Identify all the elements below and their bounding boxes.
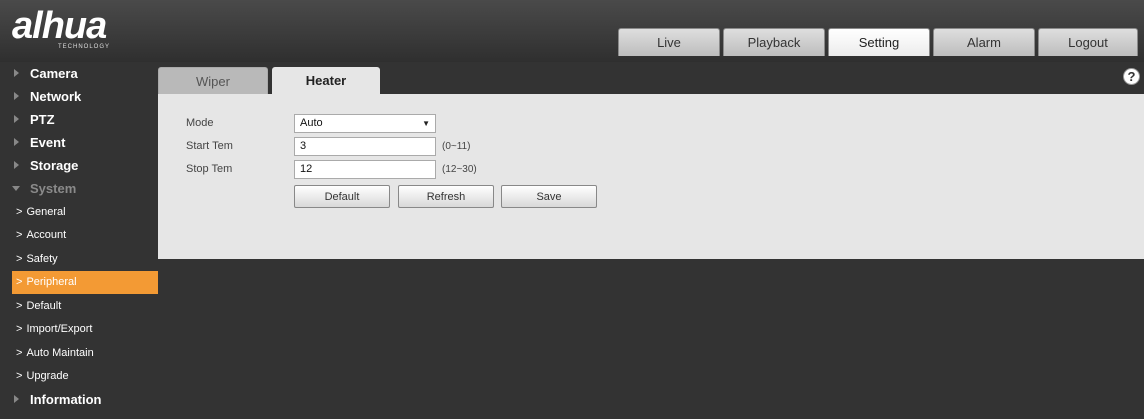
logo-text: alhua [12, 5, 107, 47]
tab-wiper[interactable]: Wiper [158, 67, 268, 94]
default-button[interactable]: Default [294, 185, 390, 208]
collapsed-arrow-icon [14, 69, 19, 77]
mode-label: Mode [186, 117, 214, 129]
sidebar-item-label: Event [30, 135, 66, 150]
sidebar-item-camera[interactable]: Camera [0, 62, 158, 85]
tab-heater[interactable]: Heater [272, 67, 380, 94]
chevron-right-icon: > [16, 252, 23, 265]
sidebar-subitem-label: General [26, 205, 66, 218]
start-temp-range: (0~11) [442, 140, 471, 152]
chevron-right-icon: > [16, 323, 23, 336]
stop-temp-label: Stop Tem [186, 163, 233, 175]
sidebar-subitem-default[interactable]: > Default [0, 294, 158, 318]
nav-alarm[interactable]: Alarm [933, 28, 1035, 56]
sidebar-subitem-label: Auto Maintain [26, 346, 94, 359]
nav-playback[interactable]: Playback [723, 28, 825, 56]
sidebar-item-label: Storage [30, 158, 79, 173]
sidebar-item-storage[interactable]: Storage [0, 154, 158, 177]
sidebar-item-information[interactable]: Information [0, 388, 158, 411]
collapsed-arrow-icon [14, 115, 19, 123]
chevron-right-icon: > [16, 276, 23, 289]
sidebar-item-label: PTZ [30, 112, 55, 127]
expanded-arrow-icon [12, 186, 20, 191]
chevron-right-icon: > [16, 229, 23, 242]
collapsed-arrow-icon [14, 395, 19, 403]
top-navigation: Live Playback Setting Alarm Logout [618, 28, 1138, 56]
collapsed-arrow-icon [14, 138, 19, 146]
sidebar-subitem-label: Default [26, 299, 62, 312]
sidebar-item-network[interactable]: Network [0, 85, 158, 108]
stop-temp-input[interactable]: 12 [294, 159, 436, 179]
sidebar-item-label: Network [30, 89, 82, 104]
start-temp-input[interactable]: 3 [294, 136, 436, 156]
sidebar-subitem-safety[interactable]: > Safety [0, 247, 158, 271]
chevron-right-icon: > [16, 370, 23, 383]
refresh-button[interactable]: Refresh [398, 185, 494, 208]
logo-subtitle: TECHNOLOGY [58, 44, 111, 50]
dahua-logo: alhua TECHNOLOGY [12, 5, 109, 50]
sidebar-item-label: System [30, 181, 77, 196]
sidebar-subitem-label: Peripheral [26, 276, 77, 289]
chevron-right-icon: > [16, 299, 23, 312]
stop-temp-range: (12~30) [442, 163, 477, 175]
start-temp-label: Start Tem [186, 140, 233, 152]
sidebar-item-system[interactable]: System [0, 177, 158, 200]
sidebar-subitem-auto-maintain[interactable]: > Auto Maintain [0, 341, 158, 365]
mode-row: Mode Auto ▼ [186, 113, 436, 133]
sidebar: Camera Network PTZ Event Storage System … [0, 62, 158, 419]
sidebar-subitem-label: Import/Export [26, 323, 93, 336]
stop-temp-row: Stop Tem 12 (12~30) [186, 159, 477, 179]
sidebar-subitem-label: Account [26, 229, 67, 242]
collapsed-arrow-icon [14, 161, 19, 169]
heater-settings-panel: Mode Auto ▼ Start Tem 3 (0~11) Stop Tem … [158, 94, 1144, 259]
chevron-right-icon: > [16, 205, 23, 218]
nav-setting[interactable]: Setting [828, 28, 930, 56]
help-icon[interactable]: ? [1123, 68, 1140, 85]
sidebar-item-ptz[interactable]: PTZ [0, 108, 158, 131]
nav-logout[interactable]: Logout [1038, 28, 1138, 56]
peripheral-tabs: Wiper Heater [158, 67, 380, 94]
sidebar-subitem-label: Upgrade [26, 370, 69, 383]
sidebar-item-label: Information [30, 392, 102, 407]
sidebar-subitem-account[interactable]: > Account [0, 224, 158, 248]
sidebar-subitem-import-export[interactable]: > Import/Export [0, 318, 158, 342]
dropdown-arrow-icon: ▼ [422, 118, 430, 128]
mode-select[interactable]: Auto ▼ [294, 113, 436, 133]
chevron-right-icon: > [16, 346, 23, 359]
start-temp-row: Start Tem 3 (0~11) [186, 136, 470, 156]
mode-select-value: Auto [300, 117, 323, 129]
save-button[interactable]: Save [501, 185, 597, 208]
collapsed-arrow-icon [14, 92, 19, 100]
top-header: alhua TECHNOLOGY Live Playback Setting A… [0, 0, 1144, 62]
sidebar-subitem-upgrade[interactable]: > Upgrade [0, 365, 158, 389]
main-content: Wiper Heater ? Mode Auto ▼ Start Tem 3 (… [158, 62, 1144, 419]
nav-live[interactable]: Live [618, 28, 720, 56]
sidebar-subitem-label: Safety [26, 252, 58, 265]
sidebar-item-label: Camera [30, 66, 78, 81]
sidebar-item-event[interactable]: Event [0, 131, 158, 154]
sidebar-subitem-general[interactable]: > General [0, 200, 158, 224]
sidebar-subitem-peripheral[interactable]: > Peripheral [12, 270, 158, 294]
